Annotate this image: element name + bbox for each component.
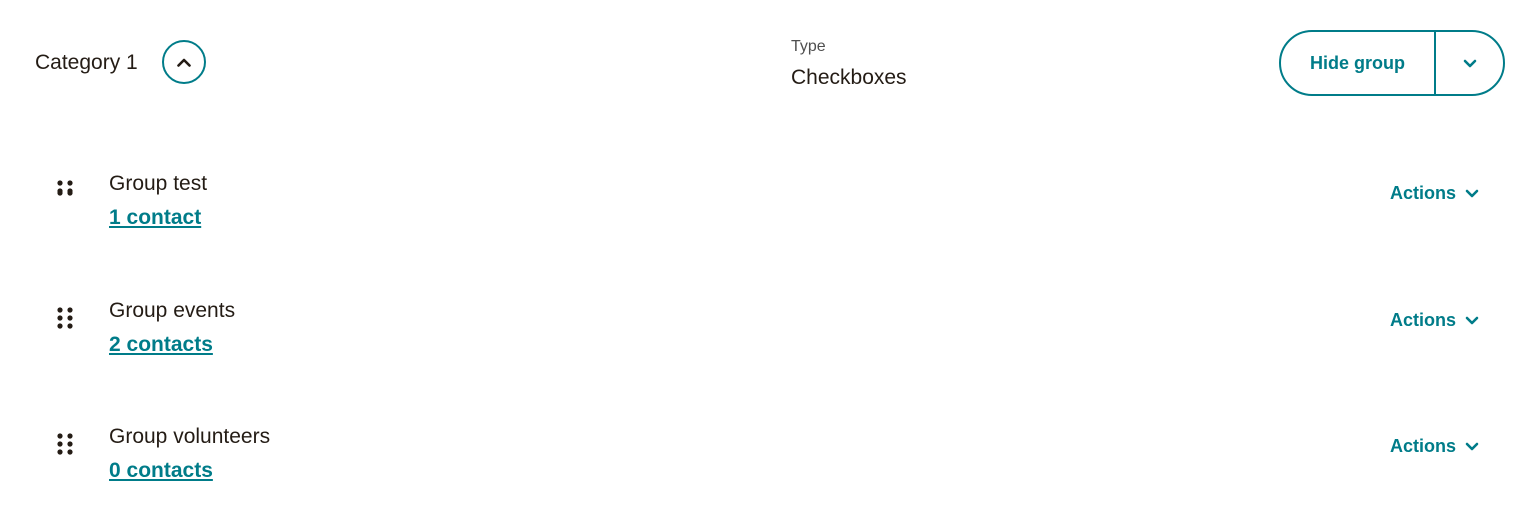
category-header: Category 1 Type Checkboxes Hide group (0, 0, 1536, 130)
chevron-down-icon (1463, 59, 1477, 68)
chevron-down-icon (1465, 442, 1479, 451)
category-title: Category 1 (35, 51, 138, 74)
hide-group-split-button: Hide group (1279, 30, 1505, 96)
group-name: Group volunteers (109, 425, 271, 448)
actions-dropdown[interactable]: Actions (1390, 183, 1479, 204)
hide-group-menu-button[interactable] (1436, 32, 1503, 94)
drag-handle-icon[interactable] (56, 178, 76, 204)
group-row: Group test 1 contact Actions (0, 172, 1536, 258)
chevron-up-icon (177, 58, 191, 67)
group-name: Group events (109, 299, 236, 322)
type-label: Type (791, 38, 826, 55)
chevron-down-icon (1465, 316, 1479, 325)
group-name: Group test (109, 172, 208, 195)
type-info: Type Checkboxes (791, 36, 907, 92)
type-value: Checkboxes (791, 66, 907, 89)
contacts-link[interactable]: 0 contacts (109, 457, 213, 485)
collapse-category-button[interactable] (162, 40, 206, 84)
drag-handle-icon[interactable] (56, 305, 76, 331)
actions-label: Actions (1390, 310, 1457, 330)
actions-dropdown[interactable]: Actions (1390, 310, 1479, 331)
contacts-link[interactable]: 2 contacts (109, 331, 213, 359)
hide-group-button[interactable]: Hide group (1281, 32, 1436, 94)
group-row: Group events 2 contacts Actions (0, 299, 1536, 385)
drag-handle-icon[interactable] (56, 431, 76, 457)
group-row: Group volunteers 0 contacts Actions (0, 425, 1536, 511)
chevron-down-icon (1465, 189, 1479, 198)
actions-dropdown[interactable]: Actions (1390, 436, 1479, 457)
actions-label: Actions (1390, 436, 1457, 456)
actions-label: Actions (1390, 183, 1457, 203)
contacts-link[interactable]: 1 contact (109, 204, 201, 232)
